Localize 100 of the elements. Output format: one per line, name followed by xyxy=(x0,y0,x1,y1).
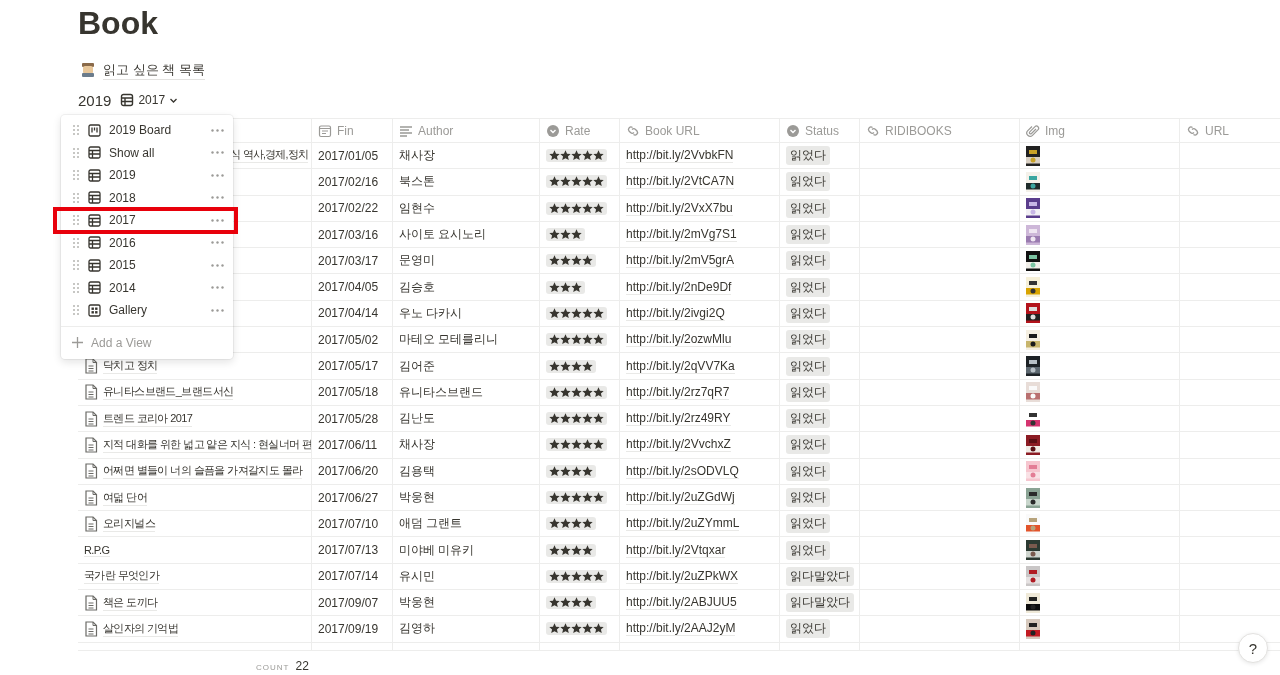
book-title[interactable]: 국가란 무엇인가 xyxy=(84,568,160,585)
status-tag: 읽다말았다 xyxy=(786,566,854,586)
view-menu-item[interactable]: 2015 xyxy=(61,254,233,277)
url-link[interactable]: http://bit.ly/2Vtqxar xyxy=(626,542,726,558)
more-icon[interactable] xyxy=(211,128,224,132)
star-icon xyxy=(571,570,582,582)
star-icon xyxy=(582,307,593,319)
status-tag: 읽었다 xyxy=(786,356,830,376)
drag-handle-icon[interactable] xyxy=(72,191,80,204)
drag-handle-icon[interactable] xyxy=(72,281,80,294)
star-icon xyxy=(549,307,560,319)
url-link[interactable]: http://bit.ly/2VxX7bu xyxy=(626,200,733,216)
url-link[interactable]: http://bit.ly/2AAJ2yM xyxy=(626,621,736,637)
star-icon xyxy=(549,255,560,267)
url-link[interactable]: http://bit.ly/2rz49RY xyxy=(626,411,731,427)
page-title: Book xyxy=(78,4,159,42)
star-icon xyxy=(549,360,560,372)
table-icon xyxy=(88,213,101,227)
star-icon xyxy=(549,229,560,241)
url-link[interactable]: http://bit.ly/2rz7qR7 xyxy=(626,384,730,400)
status-tag: 읽었다 xyxy=(786,409,830,429)
view-menu-item[interactable]: 2016 xyxy=(61,231,233,254)
url-link[interactable]: http://bit.ly/2uZYmmL xyxy=(626,516,740,532)
view-menu-item[interactable]: 2019 xyxy=(61,164,233,187)
more-icon[interactable] xyxy=(211,308,224,312)
star-icon xyxy=(549,150,560,162)
author-text: 유시민 xyxy=(399,567,435,585)
author-text: 김영하 xyxy=(399,620,435,638)
star-icon xyxy=(549,202,560,214)
star-icon xyxy=(560,202,571,214)
url-link[interactable]: http://bit.ly/2ivgi2Q xyxy=(626,305,725,321)
book-title[interactable]: 책은 도끼다 xyxy=(103,594,158,611)
author-text: 박웅현 xyxy=(399,489,435,506)
link-icon xyxy=(866,123,880,138)
url-link[interactable]: http://bit.ly/2VtCA7N xyxy=(626,174,735,190)
drag-handle-icon[interactable] xyxy=(72,169,80,182)
star-icon xyxy=(571,307,582,319)
url-link[interactable]: http://bit.ly/2mVg7S1 xyxy=(626,227,737,243)
date-text: 2017/04/05 xyxy=(318,280,379,295)
star-icon xyxy=(560,307,571,319)
author-text: 김난도 xyxy=(399,410,435,428)
star-icon xyxy=(593,334,604,346)
star-icon xyxy=(571,492,582,503)
book-title[interactable]: 유니타스브랜드_브랜드서신 xyxy=(103,384,234,401)
table-icon xyxy=(88,191,101,205)
book-title[interactable]: R.P.G xyxy=(84,543,110,557)
status-tag: 읽었다 xyxy=(786,172,830,192)
url-link[interactable]: http://bit.ly/2sODVLQ xyxy=(626,463,739,479)
book-title[interactable]: 어쩌면 별들이 너의 슬픔을 가져갈지도 몰라 xyxy=(103,463,303,480)
page-link[interactable]: 읽고 싶은 책 목록 xyxy=(103,60,205,80)
star-icon xyxy=(560,386,571,398)
drag-handle-icon[interactable] xyxy=(72,146,80,159)
book-title[interactable]: 오리지널스 xyxy=(103,515,155,532)
book-title[interactable]: 여덟 단어 xyxy=(103,489,148,506)
star-icon xyxy=(593,413,604,425)
book-title[interactable]: 트렌드 코리아 2017 xyxy=(103,410,193,427)
view-menu-item[interactable]: 2014 xyxy=(61,276,233,299)
view-menu-item[interactable]: Show all xyxy=(61,141,233,164)
author-text: 박웅현 xyxy=(399,594,435,612)
drag-handle-icon[interactable] xyxy=(72,259,80,272)
more-icon[interactable] xyxy=(211,196,224,200)
url-link[interactable]: http://bit.ly/2mV5grA xyxy=(626,253,735,269)
star-icon xyxy=(560,492,571,503)
star-icon xyxy=(582,386,593,398)
more-icon[interactable] xyxy=(211,173,224,177)
drag-handle-icon[interactable] xyxy=(72,214,80,227)
view-menu-item[interactable]: 2017 xyxy=(55,209,236,232)
author-text: 김승호 xyxy=(399,278,435,296)
url-link[interactable]: http://bit.ly/2nDe9Df xyxy=(626,279,732,295)
url-link[interactable]: http://bit.ly/2VvbkFN xyxy=(626,148,734,164)
drag-handle-icon[interactable] xyxy=(72,236,80,249)
help-button[interactable]: ? xyxy=(1238,633,1268,663)
date-text: 2017/03/16 xyxy=(318,227,379,242)
more-icon[interactable] xyxy=(211,151,224,155)
book-title[interactable]: 지적 대화를 위한 넓고 얕은 지식 : 현실너머 편 xyxy=(103,436,311,453)
view-menu-item[interactable]: Gallery xyxy=(61,299,233,322)
drag-handle-icon[interactable] xyxy=(72,124,80,137)
star-icon xyxy=(549,439,560,451)
date-text: 2017/06/20 xyxy=(318,464,379,479)
view-menu-item[interactable]: 2019 Board xyxy=(61,119,233,142)
author-text: 채사장 xyxy=(399,436,435,454)
more-icon[interactable] xyxy=(211,241,224,245)
status-tag: 읽었다 xyxy=(786,303,830,323)
url-link[interactable]: http://bit.ly/2uZGdWj xyxy=(626,490,735,505)
more-icon[interactable] xyxy=(211,218,224,222)
url-link[interactable]: http://bit.ly/2ABJUU5 xyxy=(626,595,737,611)
star-icon xyxy=(593,570,604,582)
url-link[interactable]: http://bit.ly/2VvchxZ xyxy=(626,437,731,453)
view-menu-item[interactable]: 2018 xyxy=(61,186,233,209)
more-icon[interactable] xyxy=(211,263,224,267)
more-icon[interactable] xyxy=(211,286,224,290)
view-selector[interactable]: 2017 xyxy=(120,93,179,107)
url-link[interactable]: http://bit.ly/2qVV7Ka xyxy=(626,358,735,374)
star-icon xyxy=(582,544,593,556)
book-title[interactable]: 살인자의 기억법 xyxy=(103,621,179,637)
star-icon xyxy=(560,597,571,609)
url-link[interactable]: http://bit.ly/2ozwMlu xyxy=(626,332,732,348)
star-icon xyxy=(593,150,604,162)
drag-handle-icon[interactable] xyxy=(72,304,80,317)
url-link[interactable]: http://bit.ly/2uZPkWX xyxy=(626,568,739,584)
